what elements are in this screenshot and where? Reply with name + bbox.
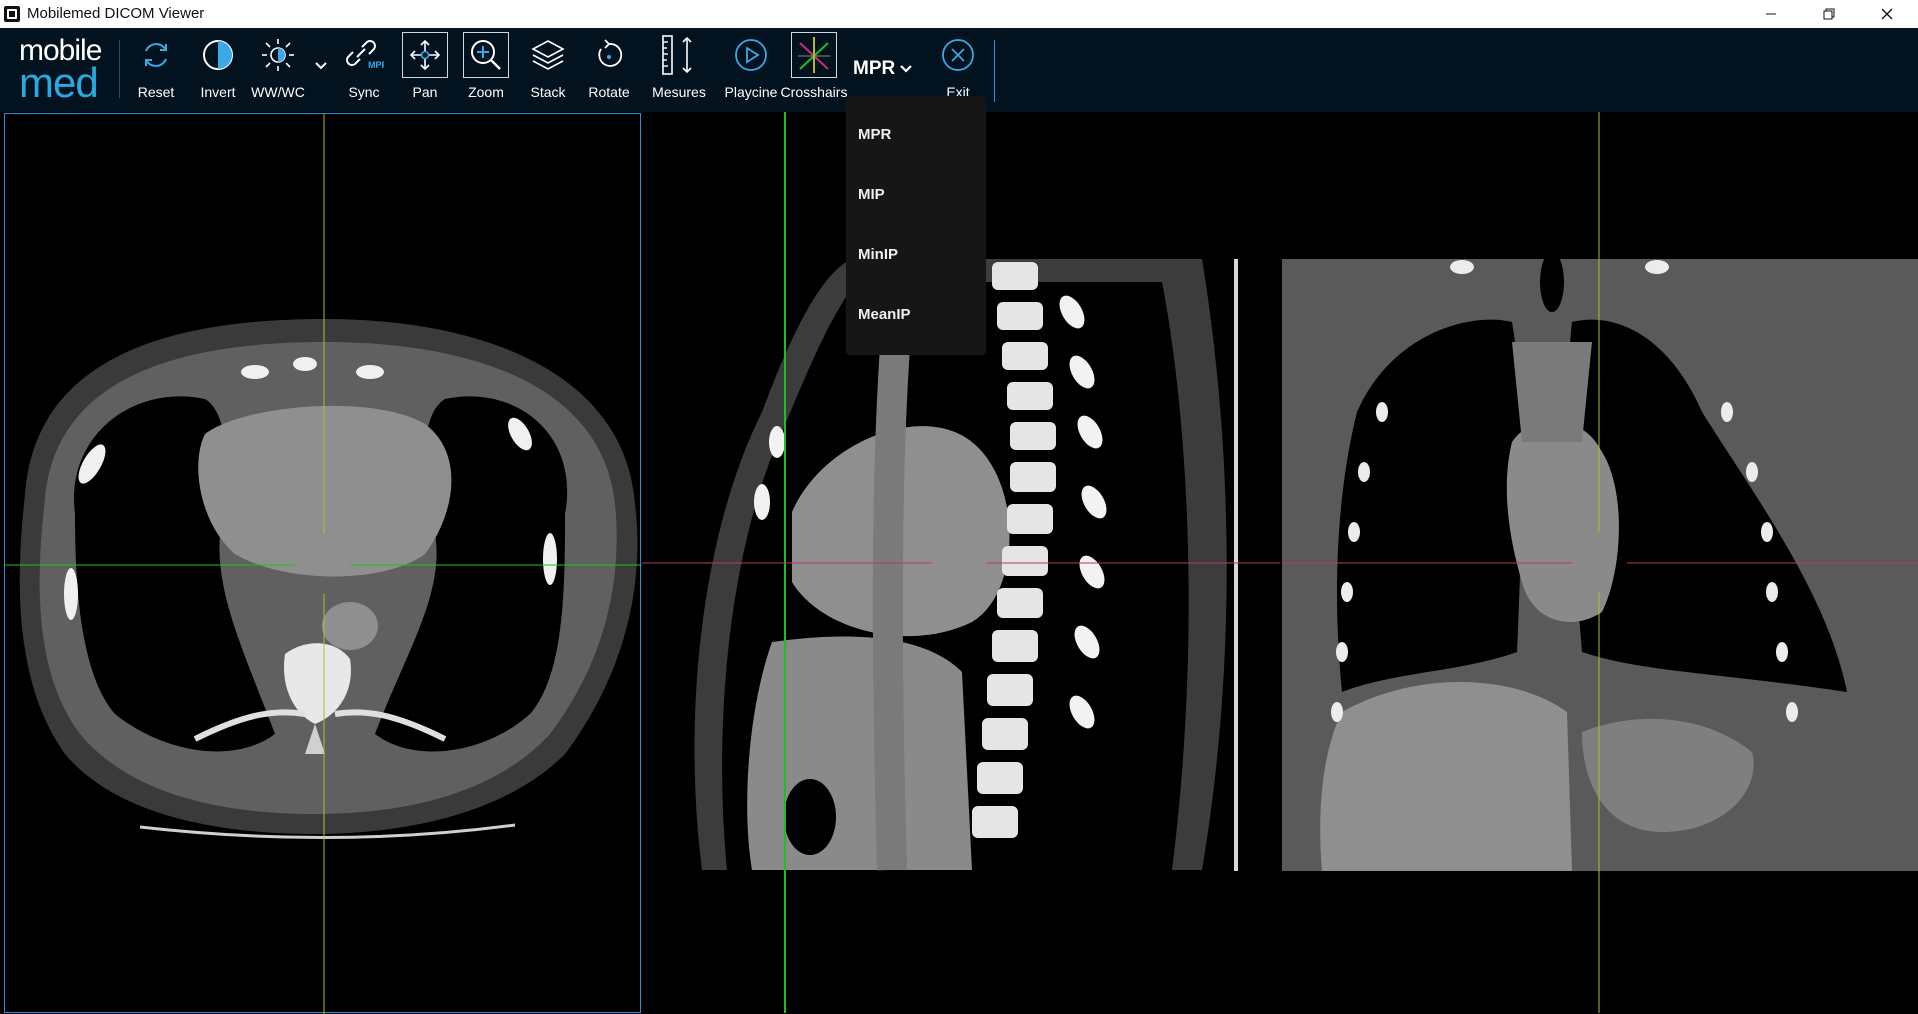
minimize-icon — [1766, 13, 1776, 15]
chevron-down-icon — [900, 65, 913, 73]
svg-text:MPR: MPR — [368, 60, 384, 70]
coronal-viewport[interactable] — [1282, 112, 1918, 1013]
wwwc-presets-dropdown[interactable] — [314, 58, 328, 76]
menu-item-mip[interactable]: MIP — [858, 186, 885, 203]
ruler-icon — [657, 32, 701, 78]
layers-icon — [526, 32, 570, 78]
sun-icon — [256, 32, 300, 78]
app-logo-icon — [4, 6, 20, 22]
pan-button[interactable]: Pan — [402, 32, 448, 110]
close-circle-icon — [936, 32, 980, 78]
menu-item-meanip[interactable]: MeanIP — [858, 306, 911, 323]
logo-line-2: med — [19, 59, 99, 106]
stack-button[interactable]: Stack — [526, 32, 570, 110]
play-circle-icon — [729, 32, 773, 78]
measures-label: Mesures — [652, 84, 706, 100]
move-arrows-icon — [402, 32, 448, 78]
mode-selector-button[interactable]: MPR — [853, 58, 913, 80]
axial-viewport[interactable] — [4, 113, 642, 1014]
crosshairs-label: Crosshairs — [780, 84, 848, 100]
wwwc-label: WW/WC — [251, 84, 305, 100]
chevron-down-icon — [315, 62, 327, 70]
measures-button[interactable]: Mesures — [647, 32, 711, 110]
playcine-button[interactable]: Playcine — [724, 32, 778, 110]
window-titlebar: Mobilemed DICOM Viewer — [0, 0, 1918, 28]
reset-button[interactable]: Reset — [134, 32, 178, 110]
coronal-ct-image — [1282, 112, 1918, 1013]
wwwc-button[interactable]: WW/WC — [250, 32, 306, 110]
rotate-icon — [587, 32, 631, 78]
mobilemed-logo: mobile med — [19, 36, 102, 106]
axial-ct-image — [5, 114, 642, 1014]
half-circle-icon — [196, 32, 240, 78]
mode-selector-label: MPR — [853, 58, 896, 79]
menu-item-minip[interactable]: MinIP — [858, 246, 898, 263]
pan-label: Pan — [412, 84, 438, 100]
refresh-icon — [134, 32, 178, 78]
zoom-button[interactable]: Zoom — [463, 32, 509, 110]
stack-label: Stack — [530, 84, 566, 100]
minimize-button[interactable] — [1742, 0, 1800, 28]
menu-item-mpr[interactable]: MPR — [858, 126, 891, 143]
reset-label: Reset — [137, 84, 175, 100]
toolbar-divider — [119, 40, 120, 98]
mode-dropdown-menu: MPR MIP MinIP MeanIP — [846, 96, 986, 355]
restore-button[interactable] — [1800, 0, 1858, 28]
sync-button[interactable]: MPR Sync — [342, 32, 386, 110]
crosshairs-button[interactable]: Crosshairs — [781, 32, 847, 110]
toolbar-divider-right — [994, 40, 995, 102]
window-title: Mobilemed DICOM Viewer — [27, 5, 205, 22]
restore-icon — [1823, 8, 1835, 20]
rotate-button[interactable]: Rotate — [587, 32, 631, 110]
invert-label: Invert — [200, 84, 236, 100]
close-window-button[interactable] — [1858, 0, 1916, 28]
zoom-label: Zoom — [468, 84, 504, 100]
zoom-in-icon — [463, 32, 509, 78]
invert-button[interactable]: Invert — [196, 32, 240, 110]
rotate-label: Rotate — [588, 84, 630, 100]
link-mpr-icon: MPR — [342, 32, 386, 78]
playcine-label: Playcine — [724, 84, 778, 100]
sync-label: Sync — [348, 84, 380, 100]
close-icon — [1881, 8, 1893, 20]
crosshairs-icon — [791, 32, 837, 78]
